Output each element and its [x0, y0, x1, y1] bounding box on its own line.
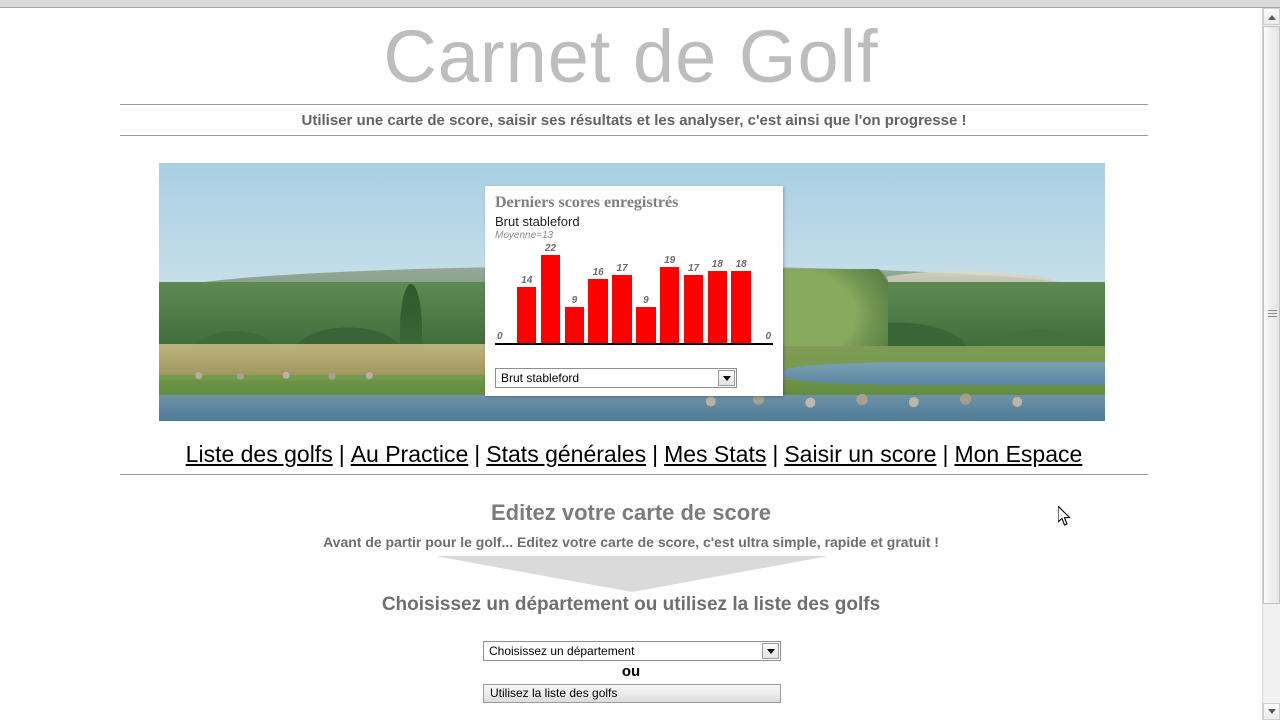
bar: [731, 271, 751, 344]
scores-widget: Derniers scores enregistrés Brut stablef…: [485, 186, 783, 396]
tagline-container: Utiliser une carte de score, saisir ses …: [120, 104, 1148, 136]
nav-separator: |: [942, 441, 949, 467]
baseline-label-left: 0: [497, 331, 503, 343]
nav-item-mes-stats[interactable]: Mes Stats: [664, 441, 766, 467]
nav-separator: |: [474, 441, 481, 467]
bar: [517, 287, 537, 344]
vertical-scrollbar[interactable]: [1262, 8, 1280, 720]
bar-value-label: 18: [711, 259, 723, 271]
bar: [683, 275, 704, 344]
chevron-down-icon[interactable]: [762, 643, 779, 659]
bar-column: 9: [564, 247, 585, 344]
water-inlet: [783, 361, 1105, 385]
bar-value-label: 16: [592, 267, 604, 279]
browser-toolbar: [0, 0, 1280, 8]
nav-separator: |: [772, 441, 779, 467]
rock-wall: [177, 369, 387, 383]
bar: [636, 307, 656, 344]
bar: [564, 307, 585, 344]
down-arrow-icon: [435, 556, 829, 592]
scrollbar-thumb[interactable]: [1263, 26, 1280, 604]
mouse-cursor: [1058, 506, 1071, 526]
bar: [540, 255, 561, 344]
screen: Carnet de Golf Utiliser une carte de sco…: [0, 0, 1280, 720]
bar-series: 14 22 9 16 17 9 19 17 18 18: [517, 243, 751, 344]
bar: [659, 267, 680, 344]
bar-value-label: 17: [687, 263, 700, 275]
or-label: ou: [621, 663, 641, 680]
bar-column: 14: [517, 247, 537, 344]
bar: [707, 271, 728, 344]
bar-value-label: 9: [643, 295, 649, 307]
score-type-select-value: Brut stableford: [501, 371, 580, 385]
scroll-down-arrow-icon[interactable]: [1263, 703, 1280, 720]
bar: [612, 275, 632, 344]
choose-heading: Choisissez un département ou utilisez la…: [381, 594, 881, 615]
bar-column: 19: [659, 247, 680, 344]
bar-column: 16: [588, 247, 608, 344]
bar-column: 18: [707, 247, 728, 344]
bar-value-label: 19: [664, 255, 676, 267]
score-type-select[interactable]: Brut stableford: [495, 368, 737, 388]
nav-separator: |: [338, 441, 345, 467]
department-select[interactable]: Choisissez un département: [483, 641, 781, 661]
nav-item-au-practice[interactable]: Au Practice: [351, 441, 469, 467]
bar-value-label: 14: [521, 275, 533, 287]
widget-subtitle: Brut stableford: [495, 213, 580, 229]
nav-item-stats-g-n-rales[interactable]: Stats générales: [486, 441, 646, 467]
bar-chart: 0 0 14 22 9 16 17 9 19 17 18 18: [495, 243, 773, 346]
site-tagline: Utiliser une carte de score, saisir ses …: [301, 112, 967, 129]
widget-title: Derniers scores enregistrés: [495, 194, 679, 211]
chevron-down-icon[interactable]: [718, 370, 735, 386]
use-golf-list-button[interactable]: Utilisez la liste des golfs: [483, 684, 781, 703]
page-content: Carnet de Golf Utiliser une carte de sco…: [0, 8, 1262, 720]
main-navigation: Liste des golfs | Au Practice | Stats généra…: [120, 441, 1148, 475]
bar-value-label: 18: [735, 259, 747, 271]
nav-item-liste-des-golfs[interactable]: Liste des golfs: [186, 441, 333, 467]
bar-column: 17: [612, 247, 632, 344]
section-subtitle: Avant de partir pour le golf... Editez v…: [323, 534, 939, 550]
nav-separator: |: [652, 441, 659, 467]
section-title: Editez votre carte de score: [490, 500, 771, 525]
nav-item-saisir-un-score[interactable]: Saisir un score: [784, 441, 936, 467]
scroll-up-arrow-icon[interactable]: [1263, 8, 1280, 25]
bar-column: 9: [636, 247, 656, 344]
widget-average: Moyenne=13: [495, 230, 554, 242]
bar-column: 18: [731, 247, 751, 344]
scrollbar-grip-icon: [1267, 310, 1277, 320]
bar: [588, 279, 608, 344]
bar-value-label: 9: [571, 295, 578, 307]
bar-value-label: 17: [616, 263, 628, 275]
bar-column: 17: [683, 247, 704, 344]
department-select-value: Choisissez un département: [489, 644, 635, 658]
nav-item-mon-espace[interactable]: Mon Espace: [954, 441, 1082, 467]
baseline-label-right: 0: [765, 331, 771, 343]
bar-column: 22: [540, 243, 561, 344]
site-title: Carnet de Golf: [383, 15, 879, 98]
bar-value-label: 22: [544, 243, 557, 255]
